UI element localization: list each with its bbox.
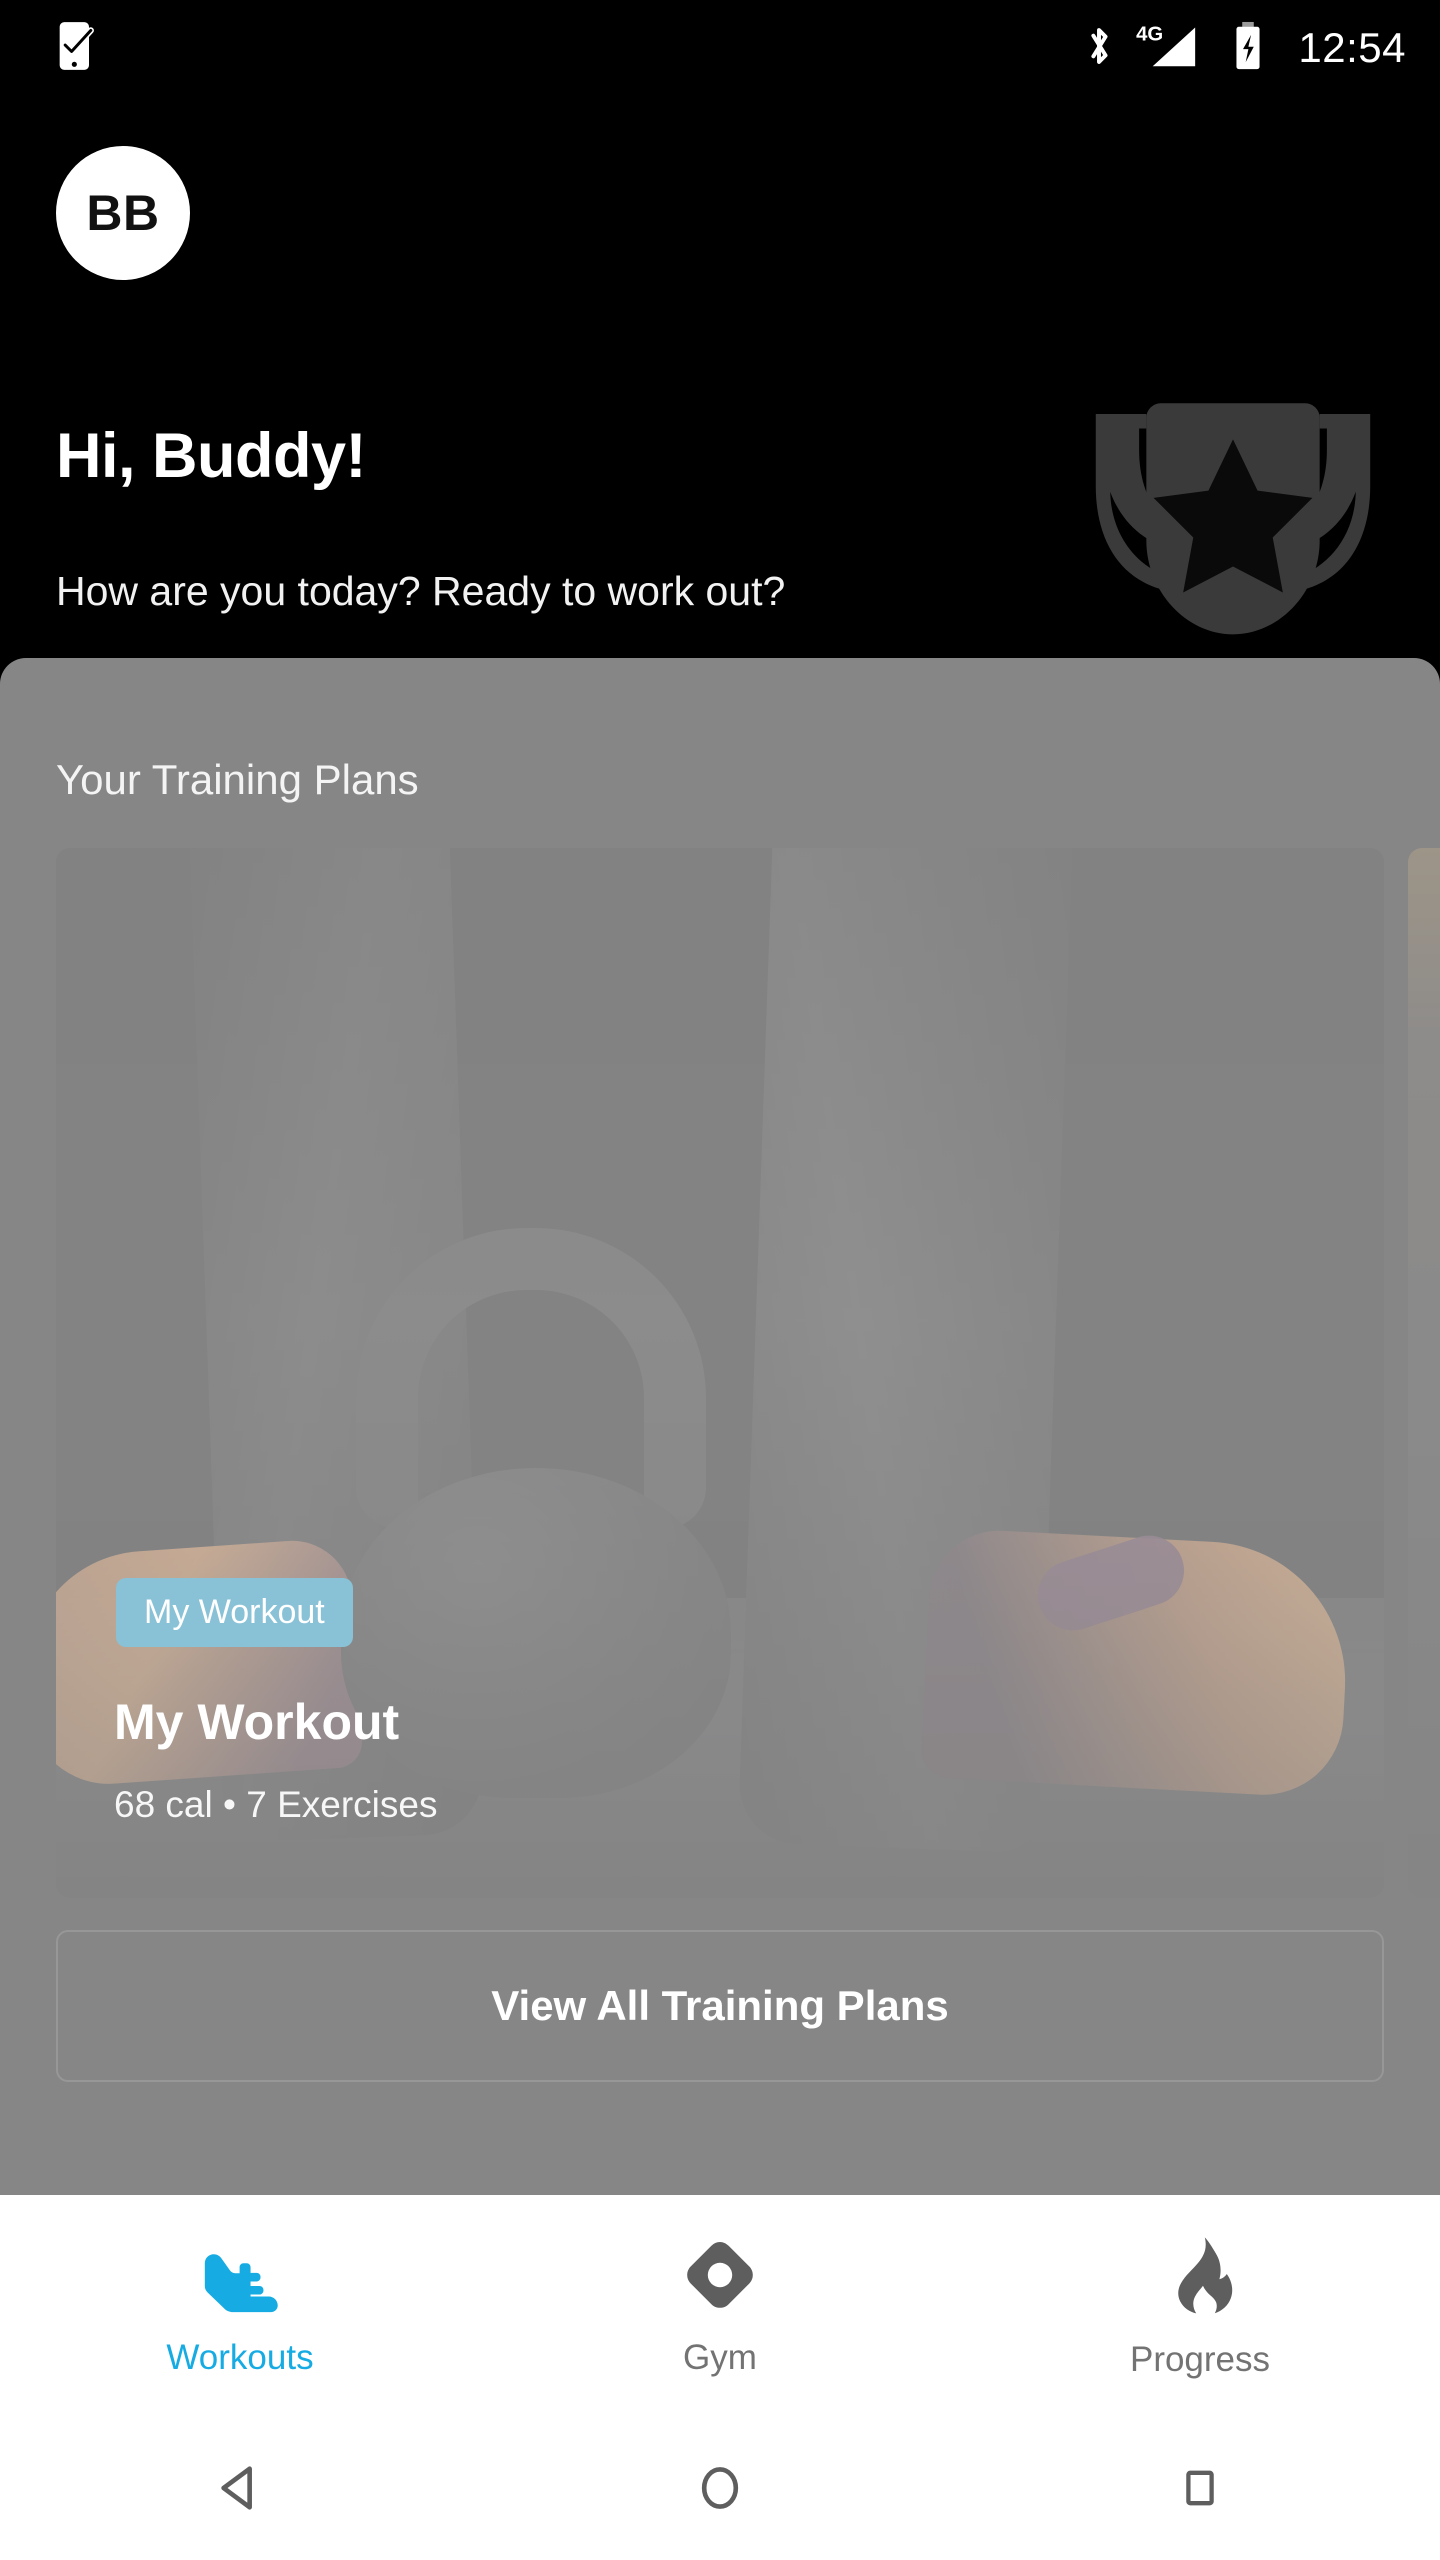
header-hero: BB Hi, Buddy! How are you today? Ready t… — [0, 96, 1440, 662]
recents-square-icon — [1175, 2463, 1225, 2518]
phone-check-icon — [56, 20, 100, 77]
status-bar: 4G 12:54 — [0, 0, 1440, 96]
page-title: Hi, Buddy! — [56, 421, 366, 491]
battery-charging-icon — [1232, 21, 1264, 76]
training-plan-title: My Workout — [114, 1694, 400, 1750]
page-subtitle: How are you today? Ready to work out? — [56, 568, 786, 614]
content-panel-background: Your Training Plans My Workout My Workou… — [0, 658, 1440, 2195]
training-plan-badge: My Workout — [116, 1578, 353, 1647]
tab-progress[interactable]: Progress — [960, 2195, 1440, 2420]
avatar-initials: BB — [86, 185, 160, 241]
content-panel: Your Training Plans My Workout My Workou… — [0, 658, 1440, 2195]
training-plan-card[interactable]: My Workout My Workout 68 cal • 7 Exercis… — [56, 848, 1384, 1898]
running-shoe-icon — [197, 2237, 283, 2318]
gym-diamond-icon — [682, 2237, 758, 2318]
android-navigation-bar — [0, 2420, 1440, 2560]
avatar[interactable]: BB — [56, 146, 190, 280]
view-all-training-plans-button[interactable]: View All Training Plans — [56, 1930, 1384, 2082]
svg-text:4G: 4G — [1136, 23, 1163, 45]
view-all-label: View All Training Plans — [491, 1982, 949, 2029]
tab-workouts-label: Workouts — [166, 2338, 314, 2377]
training-plan-image-next — [1408, 848, 1440, 1898]
status-bar-clock: 12:54 — [1298, 24, 1406, 71]
home-circle-icon — [693, 2461, 747, 2520]
nav-back-button[interactable] — [0, 2461, 480, 2520]
nav-recents-button[interactable] — [960, 2463, 1440, 2518]
back-triangle-icon — [213, 2461, 267, 2520]
bluetooth-icon — [1084, 23, 1114, 74]
trophy-star-icon — [1048, 396, 1418, 661]
status-bar-left — [56, 20, 100, 77]
section-title: Your Training Plans — [56, 756, 419, 803]
tab-progress-label: Progress — [1129, 2340, 1271, 2379]
training-plans-carousel[interactable]: My Workout My Workout 68 cal • 7 Exercis… — [0, 848, 1440, 1898]
nav-home-button[interactable] — [480, 2461, 960, 2520]
flame-icon — [1164, 2235, 1236, 2320]
training-plan-card-next[interactable] — [1408, 848, 1440, 1898]
training-plan-meta: 68 cal • 7 Exercises — [114, 1784, 438, 1825]
status-bar-right: 4G 12:54 — [1084, 21, 1406, 76]
tab-gym[interactable]: Gym — [480, 2195, 960, 2420]
tab-workouts[interactable]: Workouts — [0, 2195, 480, 2420]
bottom-tab-bar: Workouts Gym Progress — [0, 2195, 1440, 2420]
tab-gym-label: Gym — [683, 2338, 757, 2377]
signal-bars-icon: 4G — [1136, 22, 1210, 75]
app-screen: 4G 12:54 BB Hi, Buddy! How are you today… — [0, 0, 1440, 2560]
